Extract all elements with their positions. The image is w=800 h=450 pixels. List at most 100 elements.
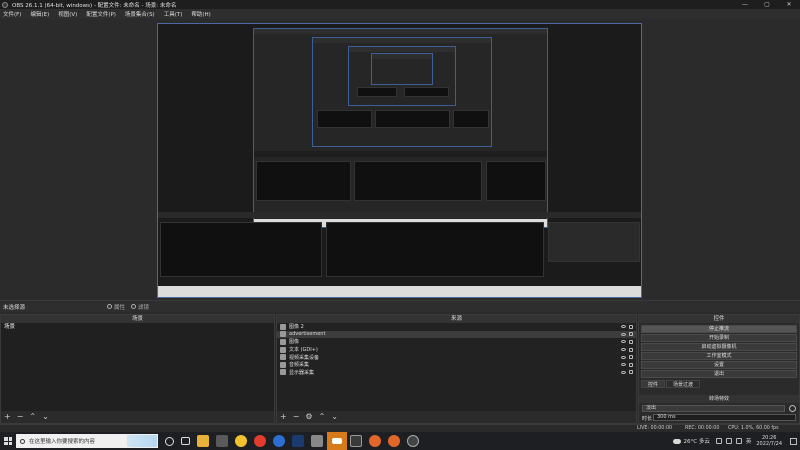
clock[interactable]: 20:26 2022/7/24	[756, 435, 782, 447]
scene-item[interactable]: 场景	[1, 323, 274, 331]
visibility-eye-icon[interactable]	[621, 370, 626, 374]
lock-icon[interactable]	[629, 362, 633, 367]
game-controller-icon	[331, 438, 342, 444]
visibility-eye-icon[interactable]	[621, 332, 626, 336]
g-app-icon[interactable]	[369, 435, 381, 447]
file-explorer-icon[interactable]	[197, 435, 209, 447]
window-controls: — ▢ ✕	[734, 0, 800, 9]
visibility-eye-icon[interactable]	[621, 340, 626, 344]
cortana-icon[interactable]	[165, 436, 174, 446]
volume-icon[interactable]	[735, 438, 742, 444]
menu-tools[interactable]: 工具(T)	[164, 10, 183, 18]
tab-scene-transitions[interactable]: 场景过渡	[666, 380, 701, 388]
search-icon	[20, 438, 25, 444]
ime-indicator[interactable]: 英	[746, 437, 752, 445]
menu-scene-collection[interactable]: 场景集合(S)	[125, 10, 155, 18]
lock-icon[interactable]	[629, 339, 633, 344]
move-down-button[interactable]: ⌄	[331, 411, 338, 423]
filters-button[interactable]: 滤镜	[131, 303, 149, 311]
start-virtual-camera-button[interactable]: 启动虚拟摄像机	[641, 343, 797, 351]
lock-icon[interactable]	[629, 332, 633, 337]
menu-file[interactable]: 文件(F)	[3, 10, 21, 18]
move-down-button[interactable]: ⌄	[42, 411, 49, 423]
stop-streaming-button[interactable]: 停止推流	[641, 325, 797, 333]
preview-canvas[interactable]	[157, 23, 642, 298]
duration-input[interactable]: 300 ms	[653, 414, 796, 421]
window-icon[interactable]	[350, 435, 362, 447]
task-view-icon[interactable]	[181, 437, 190, 445]
tray-chevron-icon[interactable]	[715, 438, 722, 444]
steam-icon[interactable]	[292, 435, 304, 447]
studio-mode-button[interactable]: 工作室模式	[641, 352, 797, 360]
start-button[interactable]	[0, 432, 16, 450]
camera-icon	[280, 354, 286, 361]
move-up-button[interactable]: ⌃	[319, 411, 326, 423]
source-row[interactable]: 显示器采集	[277, 369, 636, 377]
source-row[interactable]: 图像	[277, 338, 636, 346]
chrome-icon[interactable]	[235, 435, 247, 447]
weather-widget[interactable]: 26°C 多云	[672, 437, 710, 445]
cpu-status: CPU: 1.0%, 60.00 fps	[728, 426, 779, 431]
menu-edit[interactable]: 编辑(E)	[30, 10, 49, 18]
search-highlight-art	[127, 435, 157, 447]
start-recording-button[interactable]: 开始录制	[641, 334, 797, 342]
source-row[interactable]: 文本 (GDI+)	[277, 346, 636, 354]
network-icon[interactable]	[725, 438, 732, 444]
sources-dock-toolbar: + − ⚙ ⌃ ⌄	[277, 411, 636, 423]
audio-icon	[280, 361, 286, 368]
visibility-eye-icon[interactable]	[621, 363, 626, 367]
search-placeholder: 在这里输入你要搜索的内容	[29, 439, 96, 445]
move-up-button[interactable]: ⌃	[29, 411, 36, 423]
sources-dock-title: 来源	[277, 315, 636, 323]
active-app-button[interactable]	[326, 432, 347, 450]
add-source-button[interactable]: +	[280, 411, 287, 423]
add-transition-icon[interactable]	[789, 405, 796, 412]
source-row[interactable]: 图像 2	[277, 323, 636, 331]
filter-icon	[131, 304, 137, 309]
visibility-eye-icon[interactable]	[621, 325, 626, 329]
taskbar-search-box[interactable]: 在这里输入你要搜索的内容	[16, 434, 158, 448]
lock-icon[interactable]	[629, 347, 633, 352]
menu-help[interactable]: 帮助(H)	[191, 10, 210, 18]
obs-taskbar-icon[interactable]	[407, 435, 419, 447]
status-bar: LIVE: 00:00:00 REC: 00:00:00 CPU: 1.0%, …	[0, 424, 800, 432]
transition-title: 转场特效	[639, 395, 799, 403]
source-row[interactable]: advertisement	[277, 330, 636, 339]
image-icon	[280, 331, 286, 338]
sources-list: 图像 2 advertisement 图像 文本 (GDI+) 视频采集设备 音…	[277, 323, 636, 411]
browser-icon[interactable]	[273, 435, 285, 447]
maximize-button[interactable]: ▢	[756, 0, 778, 9]
monitor-icon	[280, 369, 286, 376]
visibility-eye-icon[interactable]	[621, 355, 626, 359]
app-icon[interactable]	[216, 435, 228, 447]
weibo-icon[interactable]	[254, 435, 266, 447]
properties-button[interactable]: 属性	[107, 303, 125, 311]
source-row[interactable]: 视频采集设备	[277, 353, 636, 361]
firefox-icon[interactable]	[388, 435, 400, 447]
taskbar: 在这里输入你要搜索的内容 26°C 多云 英 20:26 2022/7/24	[0, 432, 800, 450]
nested-obs-capture-2	[312, 37, 492, 147]
notification-icon[interactable]	[790, 437, 797, 445]
remove-source-button[interactable]: −	[293, 411, 300, 423]
lock-icon[interactable]	[629, 324, 633, 329]
add-scene-button[interactable]: +	[4, 411, 11, 423]
lock-icon[interactable]	[629, 355, 633, 360]
minimize-button[interactable]: —	[734, 0, 756, 9]
source-toolbar: 未选择源 属性 滤镜	[0, 300, 800, 312]
transition-select[interactable]: 淡出	[642, 405, 785, 412]
rec-status: REC: 00:00:00	[685, 426, 720, 431]
lock-icon[interactable]	[629, 370, 633, 375]
close-button[interactable]: ✕	[778, 0, 800, 9]
source-settings-gear-icon[interactable]: ⚙	[305, 411, 312, 423]
menu-view[interactable]: 视图(V)	[58, 10, 77, 18]
menu-profile[interactable]: 配置文件(P)	[86, 10, 116, 18]
text-icon	[280, 346, 286, 353]
no-source-selected-label: 未选择源	[3, 304, 26, 311]
source-row[interactable]: 音频采集	[277, 361, 636, 369]
remove-scene-button[interactable]: −	[17, 411, 24, 423]
visibility-eye-icon[interactable]	[621, 348, 626, 352]
exit-button[interactable]: 退出	[641, 370, 797, 378]
tab-controls[interactable]: 控件	[641, 380, 666, 388]
settings-button[interactable]: 设置	[641, 361, 797, 369]
app-icon[interactable]	[311, 435, 323, 447]
